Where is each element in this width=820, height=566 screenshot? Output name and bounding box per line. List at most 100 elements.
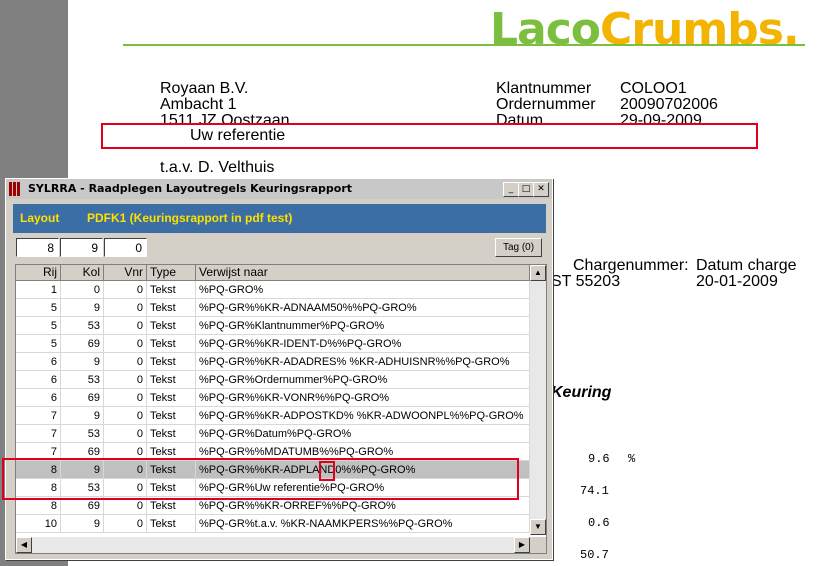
value-4: 50.7 xyxy=(580,548,609,562)
charge-value-number: ST 55203 xyxy=(551,273,621,290)
cell-vnr: 0 xyxy=(104,371,147,389)
cell-vnr: 0 xyxy=(104,425,147,443)
cell-rij: 5 xyxy=(16,299,61,317)
row-field[interactable]: 8 xyxy=(16,238,59,257)
cell-rij: 6 xyxy=(16,389,61,407)
cell-kol: 9 xyxy=(61,515,104,533)
close-button[interactable]: ✕ xyxy=(533,182,549,197)
column-header-vnr[interactable]: Vnr xyxy=(104,265,147,281)
cell-type: Tekst xyxy=(147,299,196,317)
column-header-verwijst-naar[interactable]: Verwijst naar xyxy=(196,265,530,281)
scroll-right-icon[interactable]: ▶ xyxy=(514,537,530,553)
cell-verwijst-naar: %PQ-GR%%KR-VONR%%PQ-GRO% xyxy=(196,389,530,407)
cell-rij: 1 xyxy=(16,281,61,299)
cell-type: Tekst xyxy=(147,425,196,443)
cell-vnr: 0 xyxy=(104,335,147,353)
cell-kol: 9 xyxy=(61,407,104,425)
scrollbar-corner xyxy=(530,537,546,553)
value-1-unit: % xyxy=(628,452,636,466)
table-row[interactable]: 5 69 0 Tekst %PQ-GR%%KR-IDENT-D%%PQ-GRO% xyxy=(16,335,530,353)
cell-verwijst-naar: %PQ-GR%%KR-ADNAAM50%%PQ-GRO% xyxy=(196,299,530,317)
section-heading: Keuring xyxy=(551,384,612,401)
lacocrumbs-logo: LacoCrumbs. xyxy=(490,4,800,55)
sequence-field[interactable]: 0 xyxy=(104,238,147,257)
tag-button[interactable]: Tag (0) xyxy=(495,238,542,257)
layout-label: Layout xyxy=(20,211,60,225)
cell-verwijst-naar: %PQ-GRO% xyxy=(196,281,530,299)
cell-rij: 5 xyxy=(16,335,61,353)
cell-verwijst-naar: %PQ-GR%Klantnummer%PQ-GRO% xyxy=(196,317,530,335)
logo-underline xyxy=(123,44,805,46)
value-2: 74.1 xyxy=(580,484,609,498)
cell-type: Tekst xyxy=(147,515,196,533)
maximize-button[interactable]: □ xyxy=(518,182,534,197)
cell-vnr: 0 xyxy=(104,515,147,533)
table-row[interactable]: 6 69 0 Tekst %PQ-GR%%KR-VONR%%PQ-GRO% xyxy=(16,389,530,407)
cell-kol: 9 xyxy=(61,299,104,317)
scroll-down-icon[interactable]: ▼ xyxy=(530,519,546,535)
cell-type: Tekst xyxy=(147,371,196,389)
cell-rij: 5 xyxy=(16,317,61,335)
vertical-scrollbar[interactable]: ▲ ▼ xyxy=(530,265,546,535)
column-header-kol[interactable]: Kol xyxy=(61,265,104,281)
cell-type: Tekst xyxy=(147,317,196,335)
cell-verwijst-naar: %PQ-GR%%KR-IDENT-D%%PQ-GRO% xyxy=(196,335,530,353)
cell-rij: 7 xyxy=(16,425,61,443)
cell-vnr: 0 xyxy=(104,407,147,425)
layout-bar: Layout PDFK1 (Keuringsrapport in pdf tes… xyxy=(13,204,546,233)
cell-rij: 6 xyxy=(16,371,61,389)
cell-rij: 10 xyxy=(16,515,61,533)
cell-kol: 0 xyxy=(61,281,104,299)
layout-rules-table: Rij Kol Vnr Type Verwijst naar 1 0 0 Tekst%… xyxy=(15,264,547,554)
table-row[interactable]: 5 53 0 Tekst %PQ-GR%Klantnummer%PQ-GRO% xyxy=(16,317,530,335)
table-row[interactable]: 1 0 0 Tekst %PQ-GRO% xyxy=(16,281,530,299)
horizontal-scrollbar[interactable]: ◀ ▶ xyxy=(16,537,530,553)
highlight-cell-box xyxy=(319,461,335,481)
dialog-titlebar[interactable]: SYLRRA - Raadplegen Layoutregels Keuring… xyxy=(6,179,552,199)
scroll-up-icon[interactable]: ▲ xyxy=(530,265,546,281)
table-row[interactable]: 7 9 0 Tekst %PQ-GR%%KR-ADPOSTKD% %KR-ADWOONP… xyxy=(16,407,530,425)
cell-vnr: 0 xyxy=(104,389,147,407)
cell-type: Tekst xyxy=(147,353,196,371)
cell-vnr: 0 xyxy=(104,281,147,299)
cell-verwijst-naar: %PQ-GR%t.a.v. %KR-NAAMKPERS%%PQ-GRO% xyxy=(196,515,530,533)
column-field[interactable]: 9 xyxy=(60,238,103,257)
attention-line: t.a.v. D. Velthuis xyxy=(160,159,275,176)
app-icon xyxy=(9,182,23,196)
cell-verwijst-naar: %PQ-GR%%KR-ADADRES% %KR-ADHUISNR%%PQ-GRO… xyxy=(196,353,530,371)
cell-kol: 69 xyxy=(61,389,104,407)
charge-value-date: 20-01-2009 xyxy=(696,273,778,290)
column-header-type[interactable]: Type xyxy=(147,265,196,281)
cell-vnr: 0 xyxy=(104,353,147,371)
cell-rij: 6 xyxy=(16,353,61,371)
cell-vnr: 0 xyxy=(104,317,147,335)
value-3: 0.6 xyxy=(588,516,610,530)
table-row[interactable]: 6 53 0 Tekst %PQ-GR%Ordernummer%PQ-GRO% xyxy=(16,371,530,389)
cell-kol: 53 xyxy=(61,371,104,389)
table-row[interactable]: 10 9 0 Tekst %PQ-GR%t.a.v. %KR-NAAMKPERS%%PQ… xyxy=(16,515,530,533)
cell-kol: 9 xyxy=(61,353,104,371)
dialog-title: SYLRRA - Raadplegen Layoutregels Keuring… xyxy=(28,182,353,195)
cell-verwijst-naar: %PQ-GR%Ordernummer%PQ-GRO% xyxy=(196,371,530,389)
minimize-button[interactable]: _ xyxy=(503,182,519,197)
cell-verwijst-naar: %PQ-GR%%KR-ADPOSTKD% %KR-ADWOONPL%%PQ-GR… xyxy=(196,407,530,425)
layout-rules-dialog: SYLRRA - Raadplegen Layoutregels Keuring… xyxy=(5,178,553,560)
cell-type: Tekst xyxy=(147,389,196,407)
table-row[interactable]: 7 53 0 Tekst %PQ-GR%Datum%PQ-GRO% xyxy=(16,425,530,443)
cell-vnr: 0 xyxy=(104,299,147,317)
highlight-reference-box xyxy=(101,123,758,149)
cell-kol: 53 xyxy=(61,317,104,335)
value-1: 9.6 xyxy=(588,452,610,466)
cell-kol: 53 xyxy=(61,425,104,443)
cell-verwijst-naar: %PQ-GR%Datum%PQ-GRO% xyxy=(196,425,530,443)
cell-type: Tekst xyxy=(147,281,196,299)
table-row[interactable]: 5 9 0 Tekst %PQ-GR%%KR-ADNAAM50%%PQ-GRO% xyxy=(16,299,530,317)
layout-value: PDFK1 (Keuringsrapport in pdf test) xyxy=(87,211,293,225)
column-header-rij[interactable]: Rij xyxy=(16,265,61,281)
table-row[interactable]: 6 9 0 Tekst %PQ-GR%%KR-ADADRES% %KR-ADHUISNR… xyxy=(16,353,530,371)
cell-type: Tekst xyxy=(147,407,196,425)
highlight-rows-box xyxy=(2,458,519,500)
scroll-left-icon[interactable]: ◀ xyxy=(16,537,32,553)
cell-rij: 7 xyxy=(16,407,61,425)
cell-kol: 69 xyxy=(61,335,104,353)
